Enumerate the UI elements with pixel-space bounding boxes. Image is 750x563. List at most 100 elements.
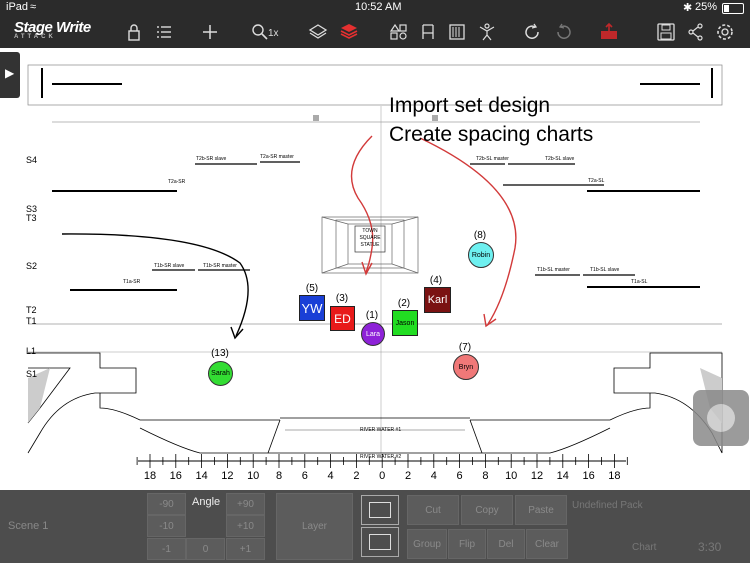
wifi-icon: ≈ xyxy=(30,1,37,13)
performer-marker[interactable]: Lara xyxy=(361,322,385,346)
ruler-number: 14 xyxy=(556,470,569,482)
label-s4: S4 xyxy=(26,155,38,165)
ruler-number: 4 xyxy=(430,470,437,482)
set-label: T2a-SR xyxy=(168,179,186,185)
river-label-1: RIVER WATER #1 xyxy=(360,427,402,433)
device-label: iPad xyxy=(6,1,29,13)
shape-rect-alt-button[interactable] xyxy=(361,527,399,557)
set-label: T1b-SL master xyxy=(537,267,570,273)
set-label: T1b-SR master xyxy=(203,263,237,269)
add-icon[interactable] xyxy=(199,22,221,42)
circle-icon xyxy=(707,404,735,432)
label-t2: T2 xyxy=(26,305,37,315)
ruler-number: 10 xyxy=(505,470,518,482)
performer-marker[interactable]: YW xyxy=(299,295,325,321)
zoom-level: 1x xyxy=(268,28,279,39)
settings-gear-icon[interactable] xyxy=(714,22,736,42)
set-label: T1b-SR slave xyxy=(154,263,185,269)
ruler-number: 18 xyxy=(608,470,621,482)
layers-active-icon[interactable] xyxy=(338,22,360,42)
angle-plus-90-button[interactable]: +90 xyxy=(226,493,265,515)
bottom-panel: Scene 1 -90 +90 -10 +10 -1 0 +1 Angle La… xyxy=(0,490,750,563)
label-s1: S1 xyxy=(26,369,38,379)
delete-button[interactable]: Del xyxy=(487,529,525,559)
copy-button[interactable]: Copy xyxy=(461,495,513,525)
angle-plus-10-button[interactable]: +10 xyxy=(226,515,265,537)
paste-button[interactable]: Paste xyxy=(515,495,567,525)
angle-plus-1-button[interactable]: +1 xyxy=(226,538,265,560)
performer-marker[interactable]: Jason xyxy=(392,310,418,336)
bluetooth-icon: ✱ xyxy=(683,2,693,14)
ruler-number: 8 xyxy=(482,470,489,482)
label-t1: T1 xyxy=(26,316,37,326)
clock: 10:52 AM xyxy=(355,1,402,13)
angle-minus-1-button[interactable]: -1 xyxy=(147,538,186,560)
lock-icon[interactable] xyxy=(123,22,145,42)
performer-number: (3) xyxy=(335,293,349,304)
battery-percent: 25% xyxy=(695,1,718,13)
performer-icon[interactable] xyxy=(476,22,498,42)
layer-button[interactable]: Layer xyxy=(276,493,353,560)
angle-zero-button[interactable]: 0 xyxy=(186,538,225,560)
pack-label: Undefined Pack xyxy=(572,500,643,511)
undo-icon[interactable] xyxy=(522,22,544,42)
ruler-number: 14 xyxy=(195,470,208,482)
shape-rect-button[interactable] xyxy=(361,495,399,525)
rectangle-icon xyxy=(369,534,391,550)
list-icon[interactable] xyxy=(153,22,175,42)
set-label: T2b-SL master xyxy=(476,156,509,162)
performer-number: (8) xyxy=(473,230,487,241)
save-icon[interactable] xyxy=(655,22,677,42)
zoom-icon[interactable]: 1x xyxy=(250,22,280,42)
performer-number: (1) xyxy=(365,310,379,321)
floating-action-button[interactable] xyxy=(693,390,749,446)
ruler-number: 16 xyxy=(169,470,182,482)
angle-label: Angle xyxy=(192,496,221,508)
app-logo[interactable]: Stage Write ATTACK xyxy=(14,19,91,40)
set-label: T1a-SR xyxy=(123,279,141,285)
chart-label: Chart xyxy=(632,542,657,553)
toolbar: Stage Write ATTACK 1x xyxy=(0,16,750,48)
ruler-number: 2 xyxy=(353,470,360,482)
performer-number: (13) xyxy=(211,348,229,359)
layers-outline-icon[interactable] xyxy=(307,22,329,42)
performer-number: (4) xyxy=(429,275,443,286)
performer-number: (2) xyxy=(397,298,411,309)
ruler-number: 2 xyxy=(404,470,412,482)
battery-icon xyxy=(722,3,744,14)
shapes-icon[interactable] xyxy=(388,22,410,42)
ruler-number: 6 xyxy=(456,470,463,482)
performer-marker[interactable]: Sarah xyxy=(208,361,233,386)
label-s2: S2 xyxy=(26,261,38,271)
ruler-number: 16 xyxy=(582,470,595,482)
redo-icon[interactable] xyxy=(552,22,574,42)
scene-label: Scene 1 xyxy=(8,520,49,532)
group-button[interactable]: Group xyxy=(407,529,447,559)
performer-marker[interactable]: Robin xyxy=(468,242,494,268)
angle-minus-10-button[interactable]: -10 xyxy=(147,515,186,537)
flip-button[interactable]: Flip xyxy=(448,529,486,559)
angle-minus-90-button[interactable]: -90 xyxy=(147,493,186,515)
share-icon[interactable] xyxy=(685,22,707,42)
stage-canvas[interactable]: ▶ Import set design Create spacing chart… xyxy=(0,48,750,490)
ruler-number: 10 xyxy=(247,470,260,482)
cut-button[interactable]: Cut xyxy=(407,495,459,525)
time-label: 3:30 xyxy=(698,540,722,554)
annotation-line-1: Import set design xyxy=(389,94,551,117)
chair-icon[interactable] xyxy=(417,22,439,42)
set-label: T2a-SR master xyxy=(260,154,294,160)
performer-marker[interactable]: ED xyxy=(330,306,355,331)
export-icon[interactable] xyxy=(598,22,620,42)
performer-marker[interactable]: Karl xyxy=(424,287,451,313)
script-icon[interactable] xyxy=(446,22,468,42)
river-label-2: RIVER WATER #2 xyxy=(360,454,402,460)
chevron-right-icon: ▶ xyxy=(5,66,15,80)
performer-number: (5) xyxy=(305,283,319,294)
statue-label: TOWN SQUARE STATUE xyxy=(359,228,381,248)
performer-marker[interactable]: Bryn xyxy=(453,354,479,380)
ruler-number: 12 xyxy=(530,470,544,482)
clear-button[interactable]: Clear xyxy=(526,529,568,559)
side-panel-toggle[interactable]: ▶ xyxy=(0,52,20,98)
label-l1: L1 xyxy=(26,346,37,356)
ruler-number: 0 xyxy=(379,470,386,482)
